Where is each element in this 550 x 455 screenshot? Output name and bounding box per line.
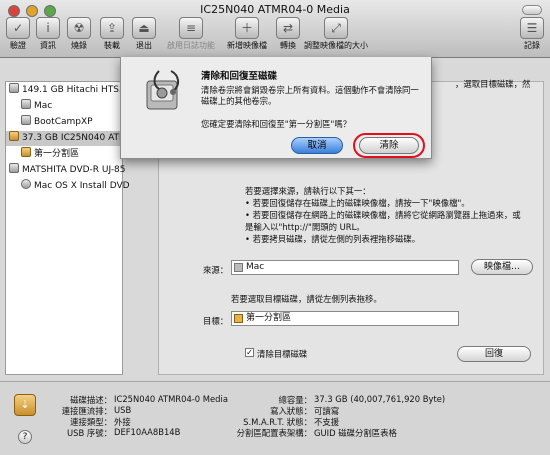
info-value: 37.3 GB (40,007,761,920 Byte)	[314, 394, 446, 404]
toolbar-label: 新增映像檔	[227, 41, 267, 50]
dialog-message-line: 磁碟上的其他卷宗。	[201, 96, 277, 106]
journal-icon: ≡	[179, 17, 203, 39]
optical-drive-icon	[9, 163, 19, 173]
toolbar-label: 啟用日誌功能	[167, 41, 215, 50]
burn-icon: ☢	[67, 17, 91, 39]
sidebar-item-label: 37.3 GB IC25N040 ATM	[22, 133, 127, 143]
erase-button[interactable]: 清除	[359, 137, 419, 154]
window-titlebar: IC25N040 ATMR04-0 Media ✓ 驗證 i 資訊 ☢ 燒錄 ⇪…	[0, 0, 550, 58]
sidebar-item-label: 第一分割區	[34, 149, 80, 159]
info-value: USB	[114, 405, 132, 415]
info-value: DEF10AA8B14B	[114, 427, 181, 437]
toolbar-log-button[interactable]: ☰ 記錄	[510, 17, 550, 51]
eject-icon: ⏏	[132, 17, 156, 39]
cancel-button[interactable]: 取消	[291, 137, 343, 154]
disk-info-bar: ⇣ ? 磁碟描述： IC25N040 ATMR04-0 Media 連接匯流排：…	[0, 381, 550, 455]
window-title: IC25N040 ATMR04-0 Media	[200, 3, 350, 16]
log-icon: ☰	[520, 17, 544, 39]
sidebar-item-label: 149.1 GB Hitachi HTS5	[22, 85, 125, 95]
source-field[interactable]: Mac	[231, 260, 459, 275]
target-label: 目標：	[203, 316, 229, 326]
volume-icon	[234, 263, 243, 272]
source-instruction-line: • 若要回復儲存在磁碟上的磁碟映像檔，請按一下"映像檔"。	[245, 198, 470, 208]
sidebar-item-hitachi-disk[interactable]: 149.1 GB Hitachi HTS5	[9, 83, 125, 98]
dialog-message-line: 清除卷宗將會銷毀卷宗上所有資料。這個動作不會清除同一	[201, 85, 419, 95]
mount-icon: ⇪	[100, 17, 124, 39]
source-instruction-line: 若要選擇來源，請執行以下其一：	[245, 186, 371, 196]
dialog-message: 清除卷宗將會銷毀卷宗上所有資料。這個動作不會清除同一 磁碟上的其他卷宗。	[201, 85, 419, 107]
source-instruction-line: • 若要拷貝磁碟，請從左側的列表裡拖移磁碟。	[245, 234, 421, 244]
toolbar-label: 退出	[136, 41, 152, 50]
restore-hint-text: ，選取目標磁碟，然	[455, 79, 531, 89]
source-value: Mac	[246, 262, 265, 272]
help-button[interactable]: ?	[18, 430, 32, 444]
target-instruction: 若要選取目標磁碟，請從左側列表拖移。	[231, 294, 382, 304]
erase-restore-dialog: 清除和回復至磁碟 清除卷宗將會銷毀卷宗上所有資料。這個動作不會清除同一 磁碟上的…	[120, 57, 432, 159]
hard-disk-icon	[9, 83, 19, 93]
toolbar-eject-button[interactable]: ⏏ 退出	[122, 17, 166, 51]
info-key: 分割區配置表架構：	[236, 428, 312, 438]
info-value: IC25N040 ATMR04-0 Media	[114, 394, 228, 404]
volume-icon	[21, 147, 31, 157]
sidebar-item-ic25n040-disk[interactable]: 37.3 GB IC25N040 ATM	[6, 131, 127, 146]
convert-icon: ⇄	[276, 17, 300, 39]
new-image-icon: ＋	[235, 17, 259, 39]
dvd-icon	[21, 179, 31, 189]
target-value: 第一分割區	[246, 313, 292, 323]
volume-icon	[234, 314, 243, 323]
toolbar-label: 調整映像檔的大小	[304, 41, 368, 50]
volume-icon	[21, 99, 31, 109]
sidebar-item-label: MATSHITA DVD-R UJ-85	[22, 165, 126, 175]
sidebar-item-label: Mac	[34, 101, 53, 111]
source-instruction-line: 是輸入以"http://"開頭的 URL。	[245, 222, 365, 232]
resize-image-icon: ⤢	[324, 17, 348, 39]
erase-target-checkbox[interactable]: ✓	[245, 348, 254, 357]
disk-utility-icon	[143, 67, 185, 113]
toolbar-new-image-button[interactable]: ＋ 新增映像檔	[222, 17, 272, 51]
source-instruction-line: • 若要回復儲存在網路上的磁碟映像檔，請將它從網路瀏覽器上拖過來，或	[245, 210, 521, 220]
toolbar-label: 記錄	[524, 41, 540, 50]
sidebar-item-install-dvd[interactable]: Mac OS X Install DVD	[21, 179, 137, 194]
dialog-title: 清除和回復至磁碟	[201, 71, 278, 82]
source-label: 來源：	[203, 265, 229, 275]
erase-target-label: 清除目標磁碟	[257, 349, 308, 359]
toolbar-journal-button[interactable]: ≡ 啟用日誌功能	[162, 17, 220, 51]
usb-disk-icon: ⇣	[14, 394, 36, 416]
sidebar-item-dvd-drive[interactable]: MATSHITA DVD-R UJ-85	[9, 163, 126, 178]
external-disk-icon	[9, 131, 19, 141]
info-key: USB 序號：	[67, 428, 112, 438]
sidebar-item-label: BootCampXP	[34, 117, 93, 127]
target-field[interactable]: 第一分割區	[231, 311, 459, 326]
restore-button[interactable]: 回復	[457, 346, 531, 362]
sidebar-item-label: Mac OS X Install DVD	[34, 181, 130, 191]
toolbar-toggle-button[interactable]	[522, 5, 542, 15]
toolbar-resize-image-button[interactable]: ⤢ 調整映像檔的大小	[299, 17, 373, 51]
dialog-question: 您確定要清除和回復至"第一分割區"嗎？	[201, 119, 352, 129]
image-button[interactable]: 映像檔…	[471, 259, 533, 275]
info-value: GUID 磁碟分割區表格	[314, 428, 397, 438]
volume-icon	[21, 115, 31, 125]
disk-sidebar: 149.1 GB Hitachi HTS5 Mac BootCampXP 37.…	[5, 81, 130, 375]
